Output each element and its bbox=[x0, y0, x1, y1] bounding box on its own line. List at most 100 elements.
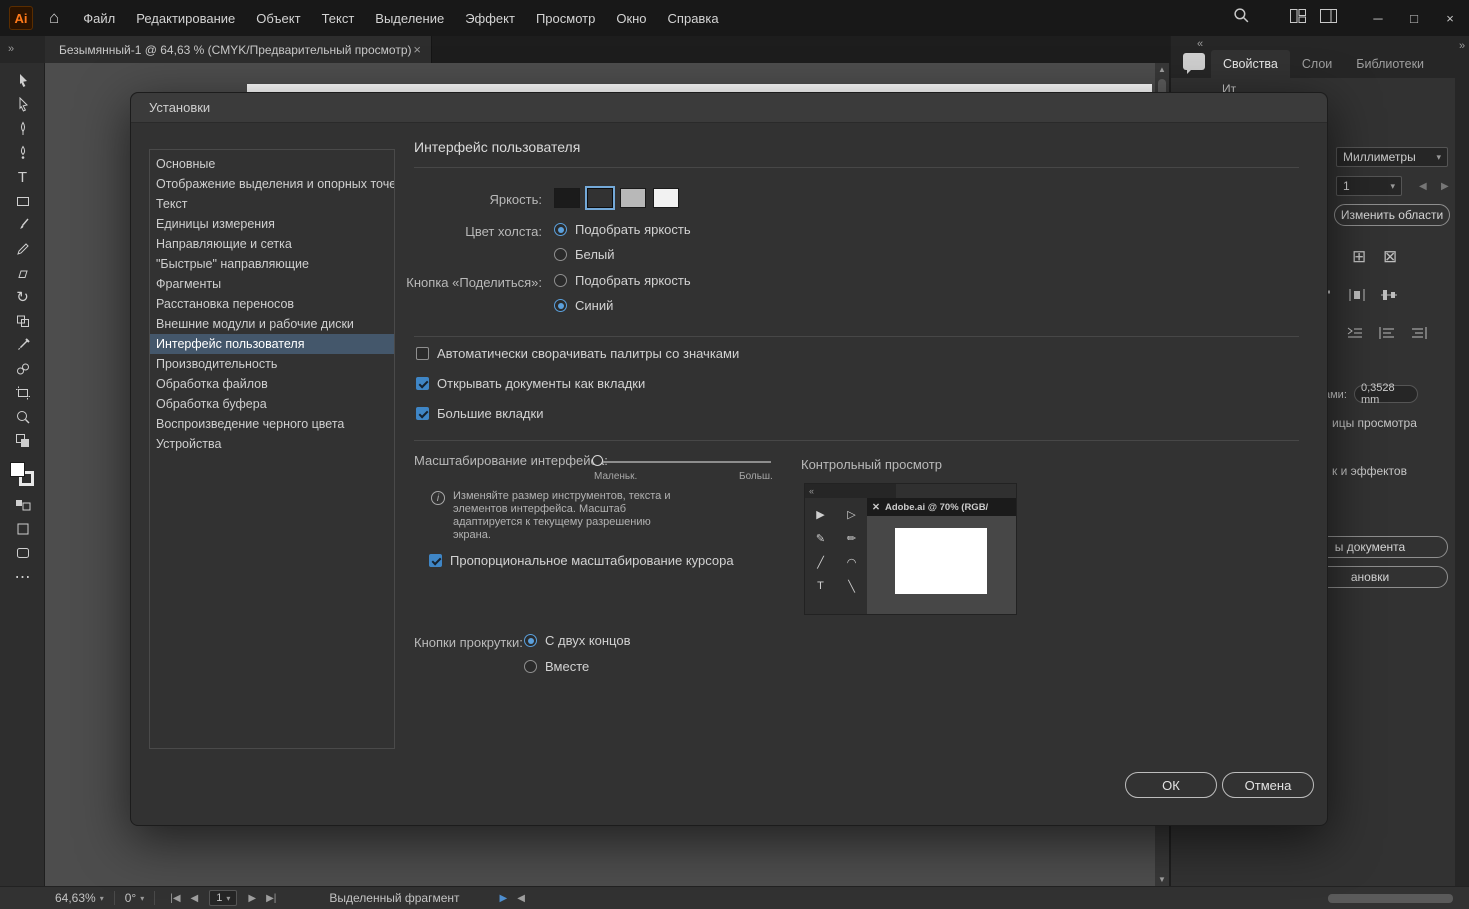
workspace-icon[interactable] bbox=[1320, 8, 1337, 28]
category-black-appearance[interactable]: Воспроизведение черного цвета bbox=[150, 414, 394, 434]
share-blue[interactable]: Синий bbox=[554, 298, 613, 313]
home-icon[interactable]: ⌂ bbox=[49, 8, 59, 28]
zoom-tool[interactable] bbox=[0, 405, 45, 429]
category-slices[interactable]: Фрагменты bbox=[150, 274, 394, 294]
menu-window[interactable]: Окно bbox=[616, 11, 646, 26]
tab-libraries[interactable]: Библиотеки bbox=[1344, 50, 1436, 78]
hscroll-left-icon[interactable]: ◀ bbox=[517, 893, 525, 904]
grid-x-icon[interactable]: ⊠ bbox=[1383, 247, 1397, 267]
menu-help[interactable]: Справка bbox=[668, 11, 719, 26]
canvas-color-white[interactable]: Белый bbox=[554, 247, 615, 262]
ui-scale-slider[interactable] bbox=[598, 461, 771, 463]
category-hyphenation[interactable]: Расстановка переносов bbox=[150, 294, 394, 314]
menu-select[interactable]: Выделение bbox=[375, 11, 444, 26]
radio-icon[interactable] bbox=[554, 274, 567, 287]
pen-tool[interactable] bbox=[0, 117, 45, 141]
menu-effect[interactable]: Эффект bbox=[465, 11, 515, 26]
cancel-button[interactable]: Отмена bbox=[1222, 772, 1314, 798]
grid-icon[interactable]: ⊞ bbox=[1352, 247, 1366, 267]
category-performance[interactable]: Производительность bbox=[150, 354, 394, 374]
horizontal-scrollbar[interactable] bbox=[538, 887, 1453, 909]
first-artboard-icon[interactable]: |◀ bbox=[170, 893, 180, 904]
rectangle-tool[interactable] bbox=[0, 189, 45, 213]
screen-mode-icon[interactable] bbox=[0, 541, 45, 565]
status-expand-icon[interactable]: ▶ bbox=[500, 893, 508, 904]
draw-mode-icon[interactable] bbox=[0, 517, 45, 541]
proportional-cursor-scaling-checkbox[interactable]: Пропорциональное масштабирование курсора bbox=[429, 553, 734, 568]
tab-properties[interactable]: Свойства bbox=[1211, 50, 1290, 78]
document-tab-close-icon[interactable]: × bbox=[413, 42, 421, 57]
selection-tool[interactable] bbox=[0, 69, 45, 93]
last-artboard-icon[interactable]: ▶| bbox=[266, 893, 276, 904]
indent-right-icon[interactable] bbox=[1410, 326, 1428, 345]
category-smart-guides[interactable]: "Быстрые" направляющие bbox=[150, 254, 394, 274]
category-general[interactable]: Основные bbox=[150, 154, 394, 174]
indent-first-icon[interactable] bbox=[1346, 326, 1364, 345]
artboard-tool[interactable] bbox=[0, 381, 45, 405]
checkbox-icon[interactable] bbox=[416, 407, 429, 420]
category-plugins-scratch[interactable]: Внешние модули и рабочие диски bbox=[150, 314, 394, 334]
large-tabs-checkbox[interactable]: Большие вкладки bbox=[416, 406, 543, 421]
left-panel-expand-icon[interactable]: » bbox=[0, 36, 45, 63]
menu-file[interactable]: Файл bbox=[83, 11, 115, 26]
category-units[interactable]: Единицы измерения bbox=[150, 214, 394, 234]
minimize-button[interactable]: ─ bbox=[1367, 11, 1389, 26]
eyedropper-tool[interactable] bbox=[0, 333, 45, 357]
stroke-width-field[interactable]: 0,3528 mm bbox=[1354, 382, 1418, 406]
prev-artboard-icon[interactable]: ◀ bbox=[1419, 181, 1427, 192]
radio-icon[interactable] bbox=[524, 660, 537, 673]
panel-collapse-icon[interactable]: « bbox=[1197, 38, 1203, 50]
artboard-number-field[interactable]: 1 ▾ bbox=[209, 890, 238, 906]
menu-type[interactable]: Текст bbox=[322, 11, 355, 26]
curvature-tool[interactable] bbox=[0, 141, 45, 165]
ui-scale-slider-knob[interactable] bbox=[592, 455, 603, 466]
zoom-level[interactable]: 64,63% bbox=[55, 891, 96, 905]
radio-icon[interactable] bbox=[554, 299, 567, 312]
menu-edit[interactable]: Редактирование bbox=[136, 11, 235, 26]
category-devices[interactable]: Устройства bbox=[150, 434, 394, 454]
checkbox-icon[interactable] bbox=[416, 347, 429, 360]
brightness-swatch-light[interactable] bbox=[620, 188, 646, 208]
scroll-up-icon[interactable]: ▲ bbox=[1155, 63, 1169, 76]
scroll-down-icon[interactable]: ▼ bbox=[1155, 873, 1169, 886]
paintbrush-tool[interactable] bbox=[0, 213, 45, 237]
menu-view[interactable]: Просмотр bbox=[536, 11, 595, 26]
align-vertical-icon[interactable] bbox=[1380, 288, 1398, 307]
type-tool[interactable]: T bbox=[0, 165, 45, 189]
artboard-count-field[interactable]: 1 ▾ bbox=[1336, 176, 1402, 196]
canvas-color-match[interactable]: Подобрать яркость bbox=[554, 222, 691, 237]
brightness-swatch-white[interactable] bbox=[653, 188, 679, 208]
edit-artboards-button[interactable]: Изменить области bbox=[1334, 204, 1450, 226]
brightness-swatch-dark[interactable] bbox=[554, 188, 580, 208]
open-documents-as-tabs-checkbox[interactable]: Открывать документы как вкладки bbox=[416, 376, 645, 391]
menu-object[interactable]: Объект bbox=[256, 11, 300, 26]
fill-stroke-controls[interactable] bbox=[0, 459, 45, 493]
toggle-selection-icon[interactable] bbox=[0, 429, 45, 453]
chevron-down-icon[interactable]: ▾ bbox=[100, 894, 104, 903]
radio-icon[interactable] bbox=[524, 634, 537, 647]
checkbox-icon[interactable] bbox=[429, 554, 442, 567]
dialog-title[interactable]: Установки bbox=[131, 93, 1327, 123]
auto-collapse-panels-checkbox[interactable]: Автоматически сворачивать палитры со зна… bbox=[416, 346, 739, 361]
rotation-value[interactable]: 0° bbox=[125, 891, 136, 905]
next-artboard-icon[interactable]: ▶ bbox=[248, 893, 256, 904]
close-button[interactable]: × bbox=[1439, 11, 1461, 26]
color-mode-icon[interactable] bbox=[0, 493, 45, 517]
scroll-both-ends[interactable]: С двух концов bbox=[524, 633, 631, 648]
fill-color-chip[interactable] bbox=[10, 462, 25, 477]
chevron-down-icon[interactable]: ▾ bbox=[140, 894, 144, 903]
category-user-interface[interactable]: Интерфейс пользователя bbox=[150, 334, 394, 354]
direct-selection-tool[interactable] bbox=[0, 93, 45, 117]
category-type[interactable]: Текст bbox=[150, 194, 394, 214]
distribute-icon[interactable] bbox=[1348, 288, 1366, 307]
document-tab[interactable]: Безымянный-1 @ 64,63 % (CMYK/Предварител… bbox=[45, 36, 432, 63]
brightness-swatch-medium-dark[interactable] bbox=[587, 188, 613, 208]
previous-artboard-icon[interactable]: ◀ bbox=[191, 893, 199, 904]
scroll-together[interactable]: Вместе bbox=[524, 659, 589, 674]
next-artboard-icon[interactable]: ▶ bbox=[1441, 181, 1449, 192]
category-clipboard[interactable]: Обработка буфера bbox=[150, 394, 394, 414]
horizontal-scroll-thumb[interactable] bbox=[1327, 893, 1453, 903]
indent-left-icon[interactable] bbox=[1378, 326, 1396, 345]
radio-icon[interactable] bbox=[554, 248, 567, 261]
share-match-brightness[interactable]: Подобрать яркость bbox=[554, 273, 691, 288]
